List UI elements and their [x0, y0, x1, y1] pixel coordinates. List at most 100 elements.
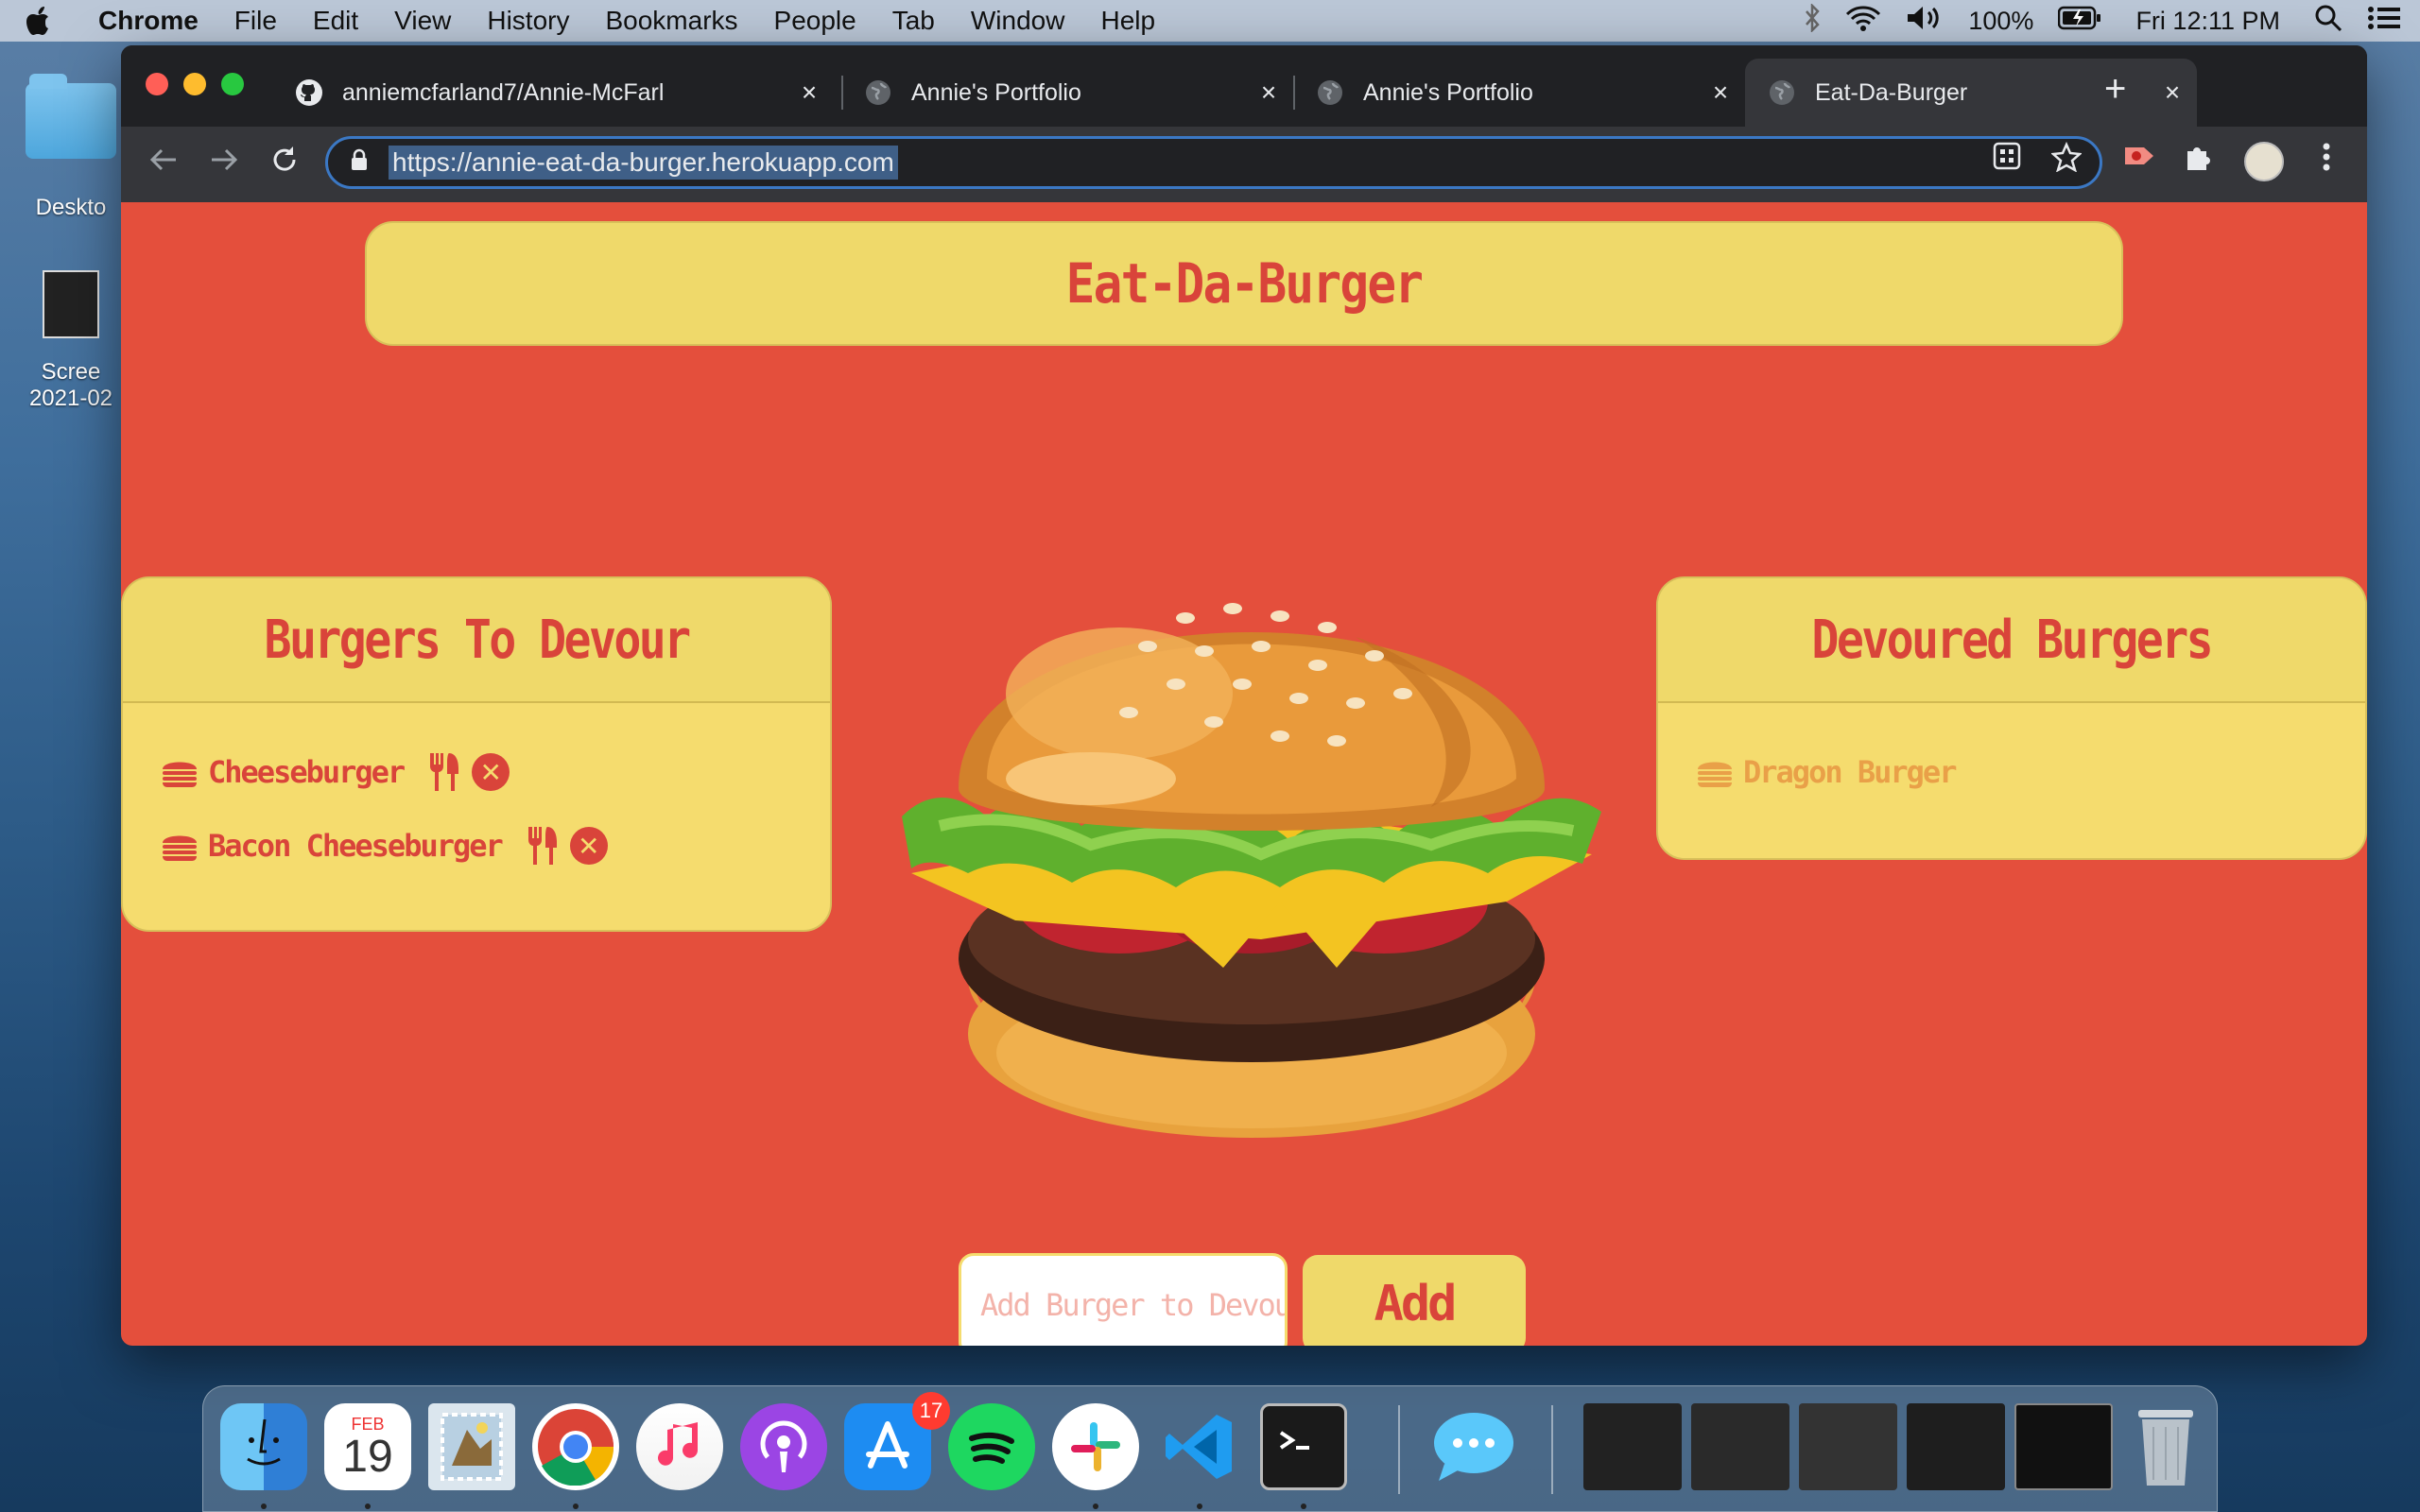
- calendar-day: 19: [342, 1431, 393, 1482]
- slack-icon[interactable]: [1052, 1403, 1139, 1490]
- lock-icon[interactable]: [351, 148, 379, 177]
- new-tab-plus-icon[interactable]: +: [2104, 68, 2126, 111]
- address-bar[interactable]: https://annie-eat-da-burger.herokuapp.co…: [325, 136, 2102, 189]
- minimized-window-thumbnail[interactable]: [2014, 1403, 2113, 1490]
- tab-strip: anniemcfarland7/Annie-McFarl × Annie's P…: [121, 45, 2367, 127]
- page-content: Eat-Da-Burger Burgers To Devour Cheesebu…: [121, 202, 2367, 1346]
- mail-stamp-icon[interactable]: [428, 1403, 515, 1490]
- hamburger-icon: [163, 762, 197, 787]
- burger-illustration: [902, 603, 1601, 1138]
- extensions-puzzle-icon[interactable]: [2184, 142, 2214, 180]
- tab-github[interactable]: anniemcfarland7/Annie-McFarl ×: [272, 59, 834, 127]
- globe-icon: [1768, 78, 1796, 107]
- desktop-folder[interactable]: Deskto: [19, 74, 123, 221]
- tab-eat-da-burger[interactable]: Eat-Da-Burger ×: [1745, 59, 2197, 127]
- page-title: Eat-Da-Burger: [1065, 251, 1424, 316]
- podcasts-icon[interactable]: [740, 1403, 827, 1490]
- desktop-screenshot[interactable]: Scree 2021-02: [19, 270, 123, 412]
- minimize-window-button[interactable]: [183, 73, 206, 95]
- menu-tab[interactable]: Tab: [892, 6, 935, 36]
- battery-percent: 100%: [1968, 6, 2034, 35]
- tab-title: anniemcfarland7/Annie-McFarl: [342, 78, 665, 106]
- hamburger-icon: [1698, 762, 1732, 787]
- messages-icon[interactable]: [1430, 1403, 1517, 1490]
- bookmark-star-icon[interactable]: [2050, 141, 2083, 180]
- zoom-window-button[interactable]: [221, 73, 244, 95]
- globe-icon: [864, 78, 892, 107]
- chrome-window: anniemcfarland7/Annie-McFarl × Annie's P…: [121, 45, 2367, 1346]
- menu-window[interactable]: Window: [971, 6, 1065, 36]
- menu-view[interactable]: View: [394, 6, 451, 36]
- minimized-window-thumbnail[interactable]: [1691, 1403, 1789, 1490]
- close-tab-icon[interactable]: ×: [792, 77, 826, 108]
- menu-history[interactable]: History: [487, 6, 569, 36]
- forward-arrow-icon[interactable]: [208, 144, 240, 184]
- running-indicator: [1197, 1503, 1202, 1509]
- minimized-window-thumbnail[interactable]: [1907, 1403, 2005, 1490]
- minimized-window-thumbnail[interactable]: [1583, 1403, 1682, 1490]
- list-item: Cheeseburger ✕: [161, 748, 510, 796]
- menu-people[interactable]: People: [774, 6, 856, 36]
- close-tab-icon[interactable]: ×: [1252, 77, 1286, 108]
- utensils-devour-icon[interactable]: [525, 825, 562, 867]
- apps-grid-icon[interactable]: [1993, 142, 2021, 178]
- menubar-clock[interactable]: Fri 12:11 PM: [2135, 7, 2280, 36]
- notification-center-icon[interactable]: [2367, 5, 2401, 38]
- terminal-icon[interactable]: [1260, 1403, 1347, 1490]
- devoured-burgers-card: Devoured Burgers Dragon Burger: [1656, 576, 2367, 860]
- spotlight-search-icon[interactable]: [2314, 4, 2342, 39]
- url-text[interactable]: https://annie-eat-da-burger.herokuapp.co…: [389, 146, 898, 180]
- dock: FEB 19 17: [202, 1385, 2218, 1512]
- menu-help[interactable]: Help: [1100, 6, 1155, 36]
- trash-icon[interactable]: [2122, 1403, 2209, 1490]
- spotify-icon[interactable]: [948, 1403, 1035, 1490]
- wifi-icon[interactable]: [1845, 5, 1881, 38]
- close-window-button[interactable]: [146, 73, 168, 95]
- music-icon[interactable]: [636, 1403, 723, 1490]
- screen-recorder-extension-icon[interactable]: [2123, 142, 2155, 178]
- title-banner: Eat-Da-Burger: [365, 221, 2123, 346]
- tab-portfolio-2[interactable]: Annie's Portfolio ×: [1293, 59, 1745, 127]
- tab-title: Annie's Portfolio: [1363, 78, 1533, 106]
- burgers-to-devour-card: Burgers To Devour Cheeseburger ✕ Bacon C…: [121, 576, 832, 932]
- tab-portfolio-1[interactable]: Annie's Portfolio ×: [841, 59, 1293, 127]
- add-button[interactable]: Add: [1303, 1255, 1526, 1346]
- burger-name: Cheeseburger: [208, 754, 406, 790]
- burger-name: Dragon Burger: [1743, 754, 1957, 790]
- profile-avatar[interactable]: [2244, 142, 2284, 181]
- running-indicator: [1093, 1503, 1098, 1509]
- delete-x-icon[interactable]: ✕: [472, 753, 510, 791]
- menu-bookmarks[interactable]: Bookmarks: [605, 6, 737, 36]
- chrome-app-icon[interactable]: [532, 1403, 619, 1490]
- utensils-devour-icon[interactable]: [426, 751, 464, 793]
- hamburger-icon: [163, 835, 197, 861]
- reload-icon[interactable]: [268, 144, 301, 184]
- menu-file[interactable]: File: [234, 6, 277, 36]
- minimized-window-thumbnail[interactable]: [1799, 1403, 1897, 1490]
- apple-menu-icon[interactable]: [26, 6, 79, 36]
- bluetooth-icon[interactable]: [1804, 2, 1821, 39]
- volume-icon[interactable]: [1906, 5, 1944, 38]
- back-arrow-icon[interactable]: [147, 144, 180, 184]
- vscode-icon[interactable]: [1156, 1403, 1243, 1490]
- menu-edit[interactable]: Edit: [313, 6, 358, 36]
- chrome-menu-icon[interactable]: [2322, 142, 2331, 180]
- card-heading: Burgers To Devour: [264, 609, 691, 671]
- close-tab-icon[interactable]: ×: [2155, 77, 2189, 108]
- desktop-screenshot-date: 2021-02: [28, 386, 113, 411]
- delete-x-icon[interactable]: ✕: [569, 827, 608, 865]
- folder-icon: [26, 74, 116, 159]
- finder-icon[interactable]: [220, 1403, 307, 1490]
- list-item: Dragon Burger: [1696, 748, 1957, 796]
- card-header: Devoured Burgers: [1658, 578, 2365, 703]
- battery-icon[interactable]: [2058, 6, 2101, 37]
- calendar-icon[interactable]: FEB 19: [324, 1403, 411, 1490]
- desktop-folder-label: Deskto: [35, 195, 107, 220]
- close-tab-icon[interactable]: ×: [1703, 77, 1737, 108]
- running-indicator: [365, 1503, 371, 1509]
- app-store-badge: 17: [912, 1392, 950, 1430]
- card-header: Burgers To Devour: [123, 578, 830, 703]
- menu-app-chrome[interactable]: Chrome: [98, 6, 199, 36]
- card-heading: Devoured Burgers: [1811, 609, 2214, 671]
- burger-name-input[interactable]: [959, 1253, 1288, 1346]
